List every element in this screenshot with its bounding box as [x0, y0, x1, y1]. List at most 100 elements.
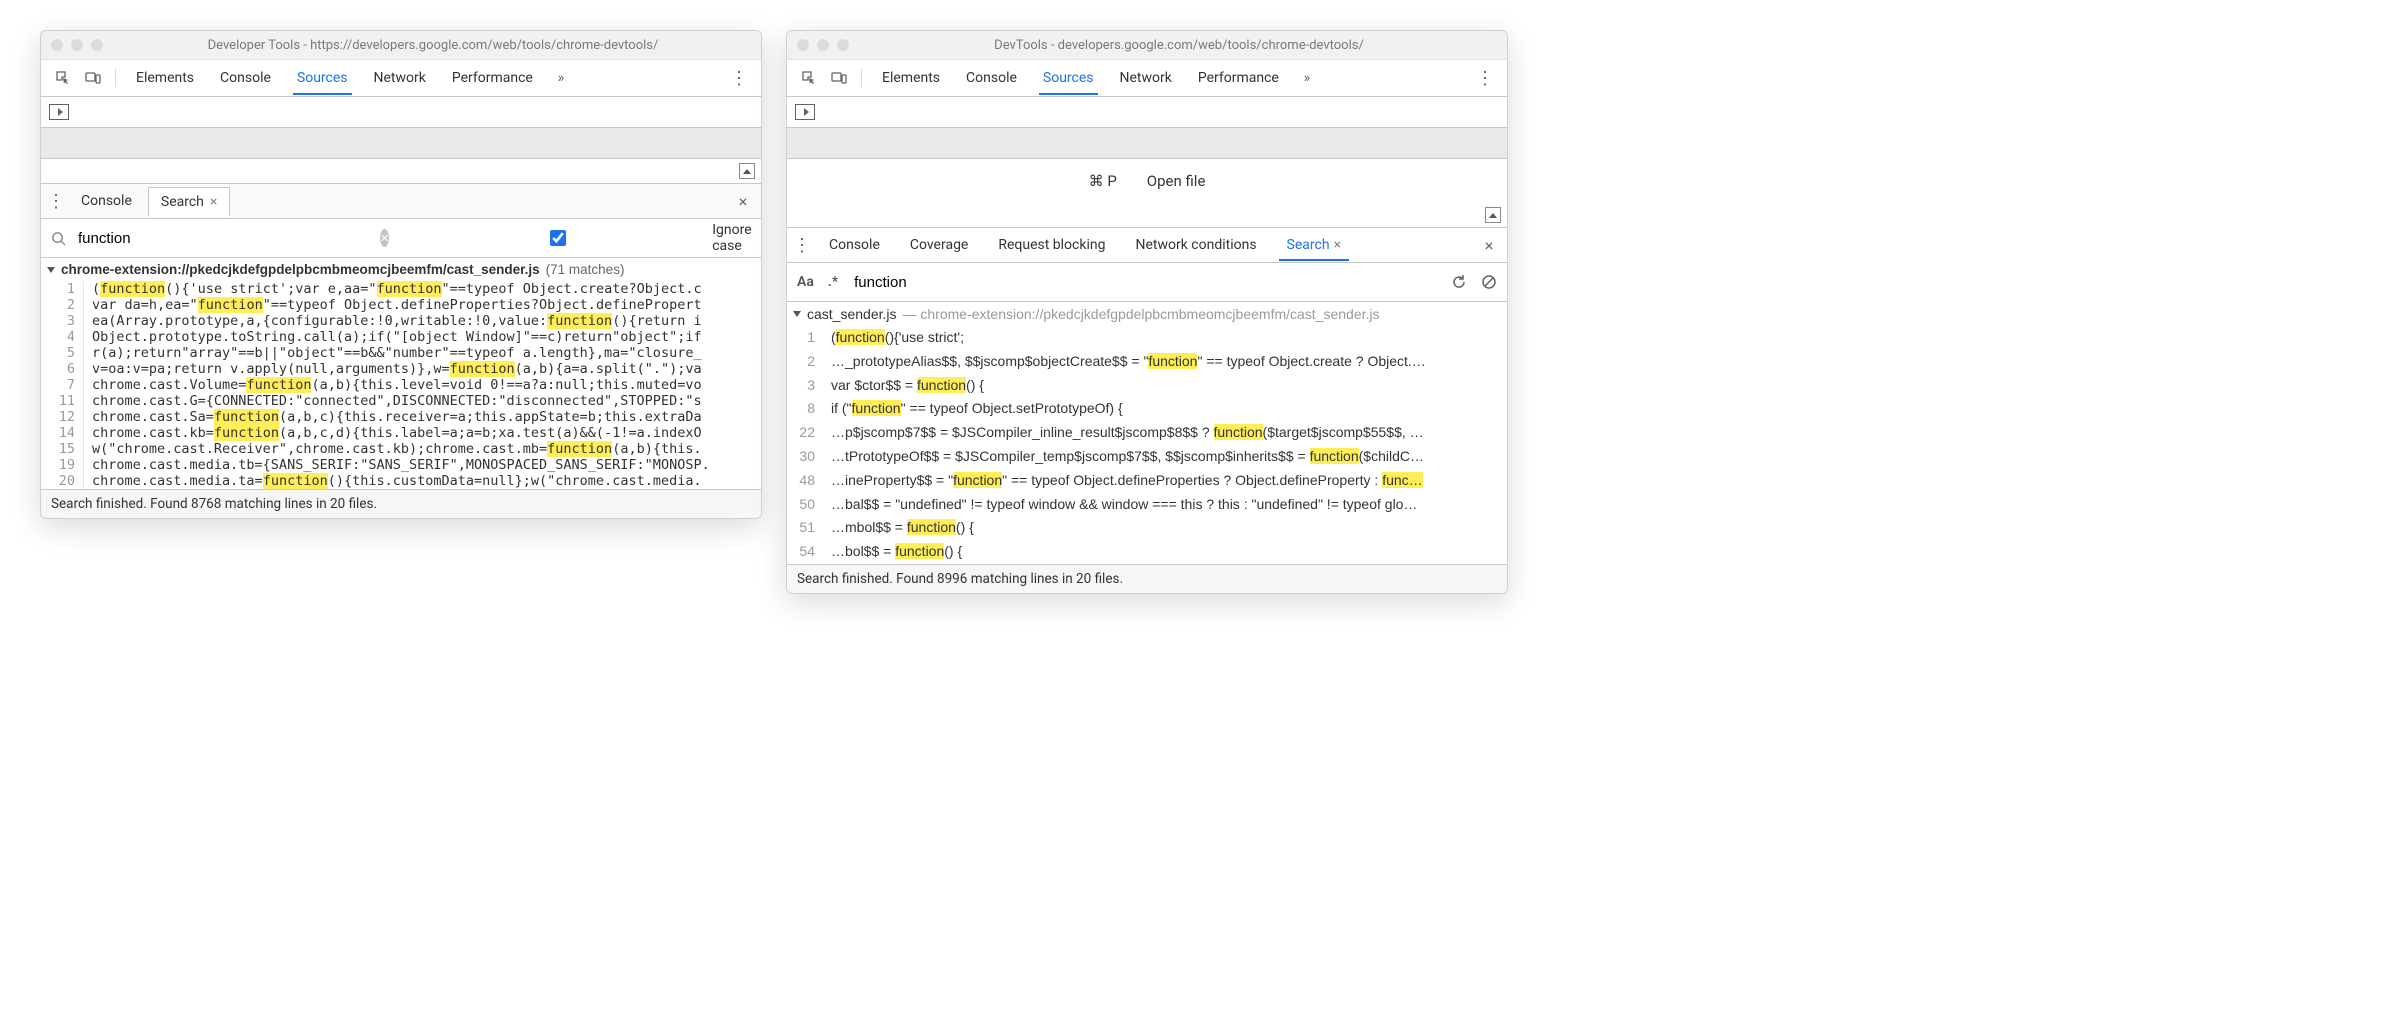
window-controls[interactable] [51, 39, 103, 51]
result-line[interactable]: 1(function(){'use strict'; [787, 326, 1507, 350]
result-line[interactable]: 2…_prototypeAlias$$, $$jscomp$objectCrea… [787, 350, 1507, 374]
titlebar: DevTools - developers.google.com/web/too… [787, 31, 1507, 60]
result-line[interactable]: 3ea(Array.prototype,a,{configurable:!0,w… [41, 313, 761, 329]
editor-placeholder [787, 128, 1507, 159]
tab-network[interactable]: Network [362, 62, 438, 94]
ignore-case-checkbox[interactable]: Ignore case [409, 222, 751, 254]
result-line[interactable]: 54…bol$$ = function() { [787, 540, 1507, 564]
result-file-header[interactable]: chrome-extension://pkedcjkdefgpdelpbcmbm… [41, 258, 761, 281]
match-case-icon[interactable]: Aa [797, 274, 814, 290]
result-line[interactable]: 20chrome.cast.media.ta=function(){this.c… [41, 473, 761, 489]
search-icon [51, 231, 66, 246]
clear-icon[interactable] [1481, 274, 1497, 290]
regex-icon[interactable]: .* [828, 274, 838, 290]
drawer-tab-search[interactable]: Search× [1275, 230, 1354, 260]
tab-console[interactable]: Console [954, 62, 1029, 94]
drawer-menu-icon[interactable]: ⋮ [47, 191, 65, 212]
search-results: cast_sender.js — chrome-extension://pked… [787, 302, 1507, 564]
result-file-header[interactable]: cast_sender.js — chrome-extension://pked… [787, 302, 1507, 326]
status-bar: Search finished. Found 8768 matching lin… [41, 489, 761, 518]
device-toggle-icon[interactable] [79, 64, 107, 92]
inspect-icon[interactable] [795, 64, 823, 92]
tab-elements[interactable]: Elements [124, 62, 206, 94]
collapse-drawer-icon[interactable] [1485, 207, 1501, 223]
drawer-tab-coverage[interactable]: Coverage [898, 230, 980, 260]
resume-icon[interactable] [49, 104, 69, 120]
line-number: 12 [41, 409, 84, 425]
close-drawer-icon[interactable]: × [731, 192, 755, 211]
result-line[interactable]: 30…tPrototypeOf$$ = $JSCompiler_temp$jsc… [787, 445, 1507, 469]
result-line[interactable]: 4Object.prototype.toString.call(a);if("[… [41, 329, 761, 345]
line-text: …bal$$ = "undefined" != typeof window &&… [823, 493, 1417, 517]
drawer-tab-label: Search [1287, 237, 1330, 253]
collapse-drawer-icon[interactable] [739, 163, 755, 179]
disclosure-icon[interactable] [793, 311, 801, 317]
result-line[interactable]: 11chrome.cast.G={CONNECTED:"connected",D… [41, 393, 761, 409]
result-line[interactable]: 22…p$jscomp$7$$ = $JSCompiler_inline_res… [787, 421, 1507, 445]
clear-input-icon[interactable]: ✕ [380, 229, 389, 247]
refresh-icon[interactable] [1451, 274, 1467, 290]
result-line[interactable]: 19chrome.cast.media.tb={SANS_SERIF:"SANS… [41, 457, 761, 473]
result-line[interactable]: 14chrome.cast.kb=function(a,b,c,d){this.… [41, 425, 761, 441]
drawer-tab-console[interactable]: Console [69, 187, 144, 215]
disclosure-icon[interactable] [47, 267, 55, 273]
drawer-tab-network-conditions[interactable]: Network conditions [1123, 230, 1268, 260]
tab-network[interactable]: Network [1108, 62, 1184, 94]
close-tab-icon[interactable]: × [1334, 237, 1341, 253]
line-number: 15 [41, 441, 84, 457]
device-toggle-icon[interactable] [825, 64, 853, 92]
drawer-tab-request-blocking[interactable]: Request blocking [986, 230, 1117, 260]
result-line[interactable]: 6v=oa:v=pa;return v.apply(null,arguments… [41, 361, 761, 377]
line-number: 51 [787, 516, 823, 540]
tab-console[interactable]: Console [208, 62, 283, 94]
result-line[interactable]: 1(function(){'use strict';var e,aa="func… [41, 281, 761, 297]
result-line[interactable]: 8if ("function" == typeof Object.setProt… [787, 397, 1507, 421]
result-line[interactable]: 51…mbol$$ = function() { [787, 516, 1507, 540]
sources-toolbar [41, 97, 761, 128]
line-text: …ineProperty$$ = "function" == typeof Ob… [823, 469, 1423, 493]
drawer-collapse-row [41, 159, 761, 184]
drawer-tab-console[interactable]: Console [817, 230, 892, 260]
close-tab-icon[interactable]: × [210, 194, 217, 210]
search-input[interactable] [852, 270, 1437, 295]
result-line[interactable]: 7chrome.cast.Volume=function(a,b){this.l… [41, 377, 761, 393]
window-controls[interactable] [797, 39, 849, 51]
line-number: 22 [787, 421, 823, 445]
more-tabs-icon[interactable]: » [1293, 64, 1321, 92]
result-line[interactable]: 48…ineProperty$$ = "function" == typeof … [787, 469, 1507, 493]
line-number: 3 [41, 313, 84, 329]
tab-elements[interactable]: Elements [870, 62, 952, 94]
result-line[interactable]: 3var $ctor$$ = function() { [787, 374, 1507, 398]
drawer-menu-icon[interactable]: ⋮ [793, 235, 811, 256]
resume-icon[interactable] [795, 104, 815, 120]
kebab-menu-icon[interactable]: ⋮ [725, 68, 753, 89]
line-text: chrome.cast.media.ta=function(){this.cus… [84, 473, 702, 489]
line-text: (function(){'use strict'; [823, 326, 964, 350]
line-text: (function(){'use strict';var e,aa="funct… [84, 281, 702, 297]
tab-sources[interactable]: Sources [285, 62, 360, 94]
drawer-tab-search[interactable]: Search× [148, 187, 231, 217]
line-text: …tPrototypeOf$$ = $JSCompiler_temp$jscom… [823, 445, 1424, 469]
line-text: r(a);return"array"==b||"object"==b&&"num… [84, 345, 702, 361]
search-input[interactable] [76, 226, 370, 251]
inspect-icon[interactable] [49, 64, 77, 92]
line-number: 30 [787, 445, 823, 469]
status-bar: Search finished. Found 8996 matching lin… [787, 564, 1507, 593]
main-tabstrip: Elements Console Sources Network Perform… [41, 60, 761, 97]
line-number: 50 [787, 493, 823, 517]
result-line[interactable]: 12chrome.cast.Sa=function(a,b,c){this.re… [41, 409, 761, 425]
window-title: DevTools - developers.google.com/web/too… [861, 38, 1497, 53]
result-line[interactable]: 15w("chrome.cast.Receiver",chrome.cast.k… [41, 441, 761, 457]
close-drawer-icon[interactable]: × [1477, 236, 1501, 255]
result-line[interactable]: 5r(a);return"array"==b||"object"==b&&"nu… [41, 345, 761, 361]
result-line[interactable]: 50…bal$$ = "undefined" != typeof window … [787, 493, 1507, 517]
result-line[interactable]: 2var da=h,ea="function"==typeof Object.d… [41, 297, 761, 313]
tab-performance[interactable]: Performance [440, 62, 545, 94]
line-text: …mbol$$ = function() { [823, 516, 974, 540]
kebab-menu-icon[interactable]: ⋮ [1471, 68, 1499, 89]
more-tabs-icon[interactable]: » [547, 64, 575, 92]
line-number: 3 [787, 374, 823, 398]
tab-performance[interactable]: Performance [1186, 62, 1291, 94]
line-text: chrome.cast.Sa=function(a,b,c){this.rece… [84, 409, 702, 425]
tab-sources[interactable]: Sources [1031, 62, 1106, 94]
